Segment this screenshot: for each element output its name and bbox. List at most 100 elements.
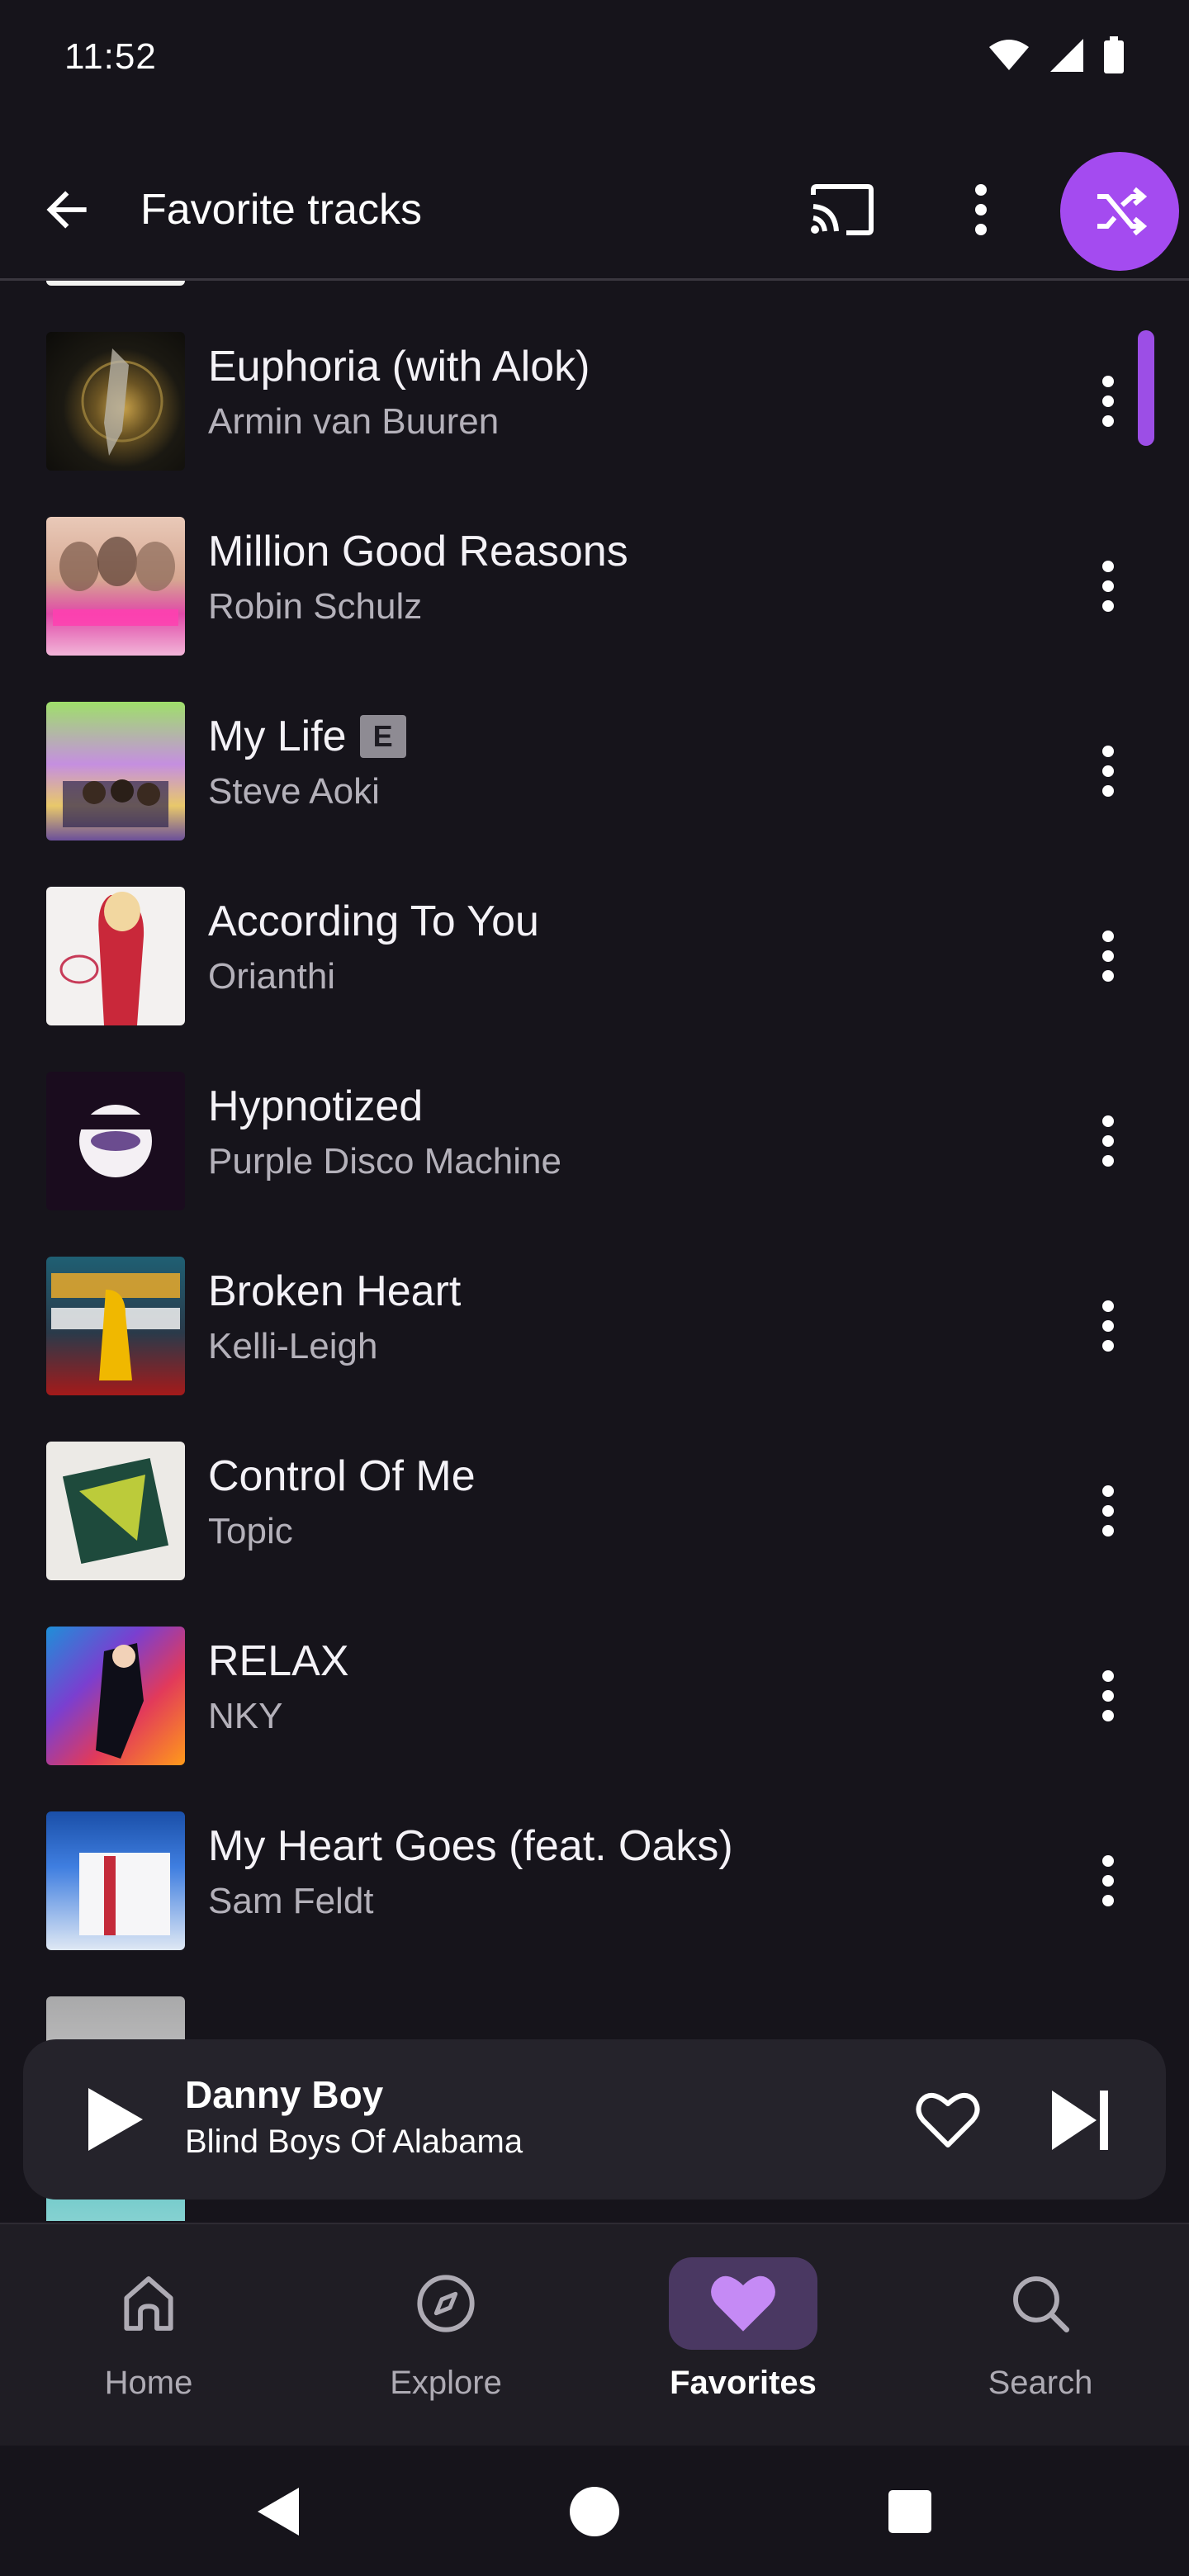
battery-icon [1104, 36, 1124, 73]
more-options-button[interactable] [946, 175, 1016, 244]
nav-label: Favorites [670, 2365, 817, 2401]
system-recents-button[interactable] [869, 2470, 951, 2553]
now-playing-artist: Blind Boys Of Alabama [185, 2124, 523, 2160]
track-title: Million Good Reasons [208, 528, 628, 575]
more-vert-icon [1102, 376, 1114, 427]
nav-item-explore[interactable]: Explore [297, 2257, 594, 2422]
nav-label: Explore [390, 2365, 502, 2401]
app-bar: Favorite tracks [0, 140, 1189, 279]
track-artist: Purple Disco Machine [208, 1141, 561, 1181]
nav-icon-container [372, 2257, 520, 2350]
more-vert-icon [1102, 561, 1114, 612]
track-more-button[interactable] [1073, 1095, 1143, 1187]
heart-icon [711, 2275, 775, 2332]
track-row[interactable]: My Life E Steve Aoki [0, 679, 1189, 864]
track-title: My Life E [208, 712, 406, 761]
system-back-button[interactable] [236, 2470, 319, 2553]
more-vert-icon [1102, 1300, 1114, 1352]
track-title: Broken Heart [208, 1267, 462, 1315]
track-more-button[interactable] [1073, 1465, 1143, 1557]
track-title: Euphoria (with Alok) [208, 343, 590, 391]
track-row[interactable]: Hypnotized Purple Disco Machine [0, 1049, 1189, 1234]
cast-button[interactable] [803, 175, 882, 244]
track-title: According To You [208, 897, 539, 945]
track-row-partial-top[interactable] [0, 281, 1189, 309]
more-vert-icon [1102, 1855, 1114, 1906]
track-more-button[interactable] [1073, 1650, 1143, 1742]
bottom-nav: Home Explore Favorites Search [0, 2223, 1189, 2447]
wifi-icon [989, 40, 1029, 70]
nav-item-favorites[interactable]: Favorites [594, 2257, 892, 2422]
play-button[interactable] [69, 2072, 160, 2166]
now-playing-title: Danny Boy [185, 2073, 384, 2116]
more-vert-icon [975, 184, 987, 235]
skip-next-button[interactable] [1039, 2079, 1121, 2162]
album-art [46, 332, 185, 471]
status-icons [988, 36, 1125, 74]
album-art [46, 1072, 185, 1210]
track-title: Control Of Me [208, 1452, 476, 1500]
shuffle-button[interactable] [1060, 152, 1179, 271]
arrow-back-icon [46, 191, 87, 229]
nav-item-search[interactable]: Search [892, 2257, 1189, 2422]
track-more-button[interactable] [1073, 355, 1143, 447]
nav-label: Search [988, 2365, 1093, 2401]
album-art [46, 1257, 185, 1395]
system-back-icon [258, 2488, 299, 2536]
more-vert-icon [1102, 746, 1114, 797]
shuffle-icon [1097, 187, 1148, 236]
track-row[interactable]: Broken Heart Kelli-Leigh [0, 1234, 1189, 1418]
track-artist: Armin van Buuren [208, 401, 500, 442]
compass-icon [417, 2275, 475, 2332]
track-more-button[interactable] [1073, 1835, 1143, 1927]
track-artist: Steve Aoki [208, 771, 380, 812]
track-list[interactable]: Euphoria (with Alok) Armin van Buuren Mi… [0, 281, 1189, 2221]
system-recents-icon [888, 2490, 931, 2533]
favorite-button[interactable] [907, 2079, 989, 2162]
album-art [46, 517, 185, 656]
status-bar: 11:52 [0, 0, 1189, 116]
heart-outline-icon [916, 2093, 980, 2147]
track-row[interactable]: Million Good Reasons Robin Schulz [0, 494, 1189, 679]
mini-player[interactable]: Danny Boy Blind Boys Of Alabama [23, 2039, 1166, 2200]
track-artist: Sam Feldt [208, 1881, 374, 1921]
track-more-button[interactable] [1073, 910, 1143, 1002]
track-title: My Heart Goes (feat. Oaks) [208, 1822, 733, 1870]
track-more-button[interactable] [1073, 1280, 1143, 1372]
track-more-button[interactable] [1073, 540, 1143, 632]
album-art [46, 281, 185, 286]
explicit-badge: E [359, 715, 406, 758]
nav-label: Home [104, 2365, 193, 2401]
track-row[interactable]: According To You Orianthi [0, 864, 1189, 1049]
status-time: 11:52 [64, 36, 157, 77]
nav-icon-container [966, 2257, 1115, 2350]
track-row[interactable]: Euphoria (with Alok) Armin van Buuren [0, 309, 1189, 494]
track-artist: Kelli-Leigh [208, 1326, 378, 1366]
track-row[interactable]: Control Of Me Topic [0, 1418, 1189, 1603]
skip-next-icon [1052, 2091, 1108, 2150]
track-artist: Orianthi [208, 956, 336, 997]
album-art [46, 702, 185, 841]
play-icon [88, 2088, 143, 2151]
nav-item-home[interactable]: Home [0, 2257, 297, 2422]
back-button[interactable] [33, 175, 102, 244]
scrollbar-thumb[interactable] [1138, 330, 1154, 446]
home-icon [124, 2276, 173, 2331]
nav-icon-container [74, 2257, 223, 2350]
track-artist: Topic [208, 1511, 293, 1551]
track-artist: Robin Schulz [208, 586, 423, 627]
track-title: RELAX [208, 1637, 349, 1685]
track-row[interactable]: RELAX NKY [0, 1603, 1189, 1788]
system-home-button[interactable] [553, 2470, 636, 2553]
more-vert-icon [1102, 1115, 1114, 1167]
track-row[interactable]: My Heart Goes (feat. Oaks) Sam Feldt [0, 1788, 1189, 1973]
search-icon [1013, 2276, 1069, 2332]
page-title: Favorite tracks [140, 186, 422, 234]
track-more-button[interactable] [1073, 725, 1143, 817]
system-nav-bar [0, 2446, 1189, 2576]
more-vert-icon [1102, 1485, 1114, 1537]
screen: 11:52 Favorite tracks Euphoria (with Alo… [0, 0, 1189, 2576]
more-vert-icon [1102, 1670, 1114, 1721]
track-title: Hypnotized [208, 1082, 424, 1130]
album-art [46, 887, 185, 1025]
